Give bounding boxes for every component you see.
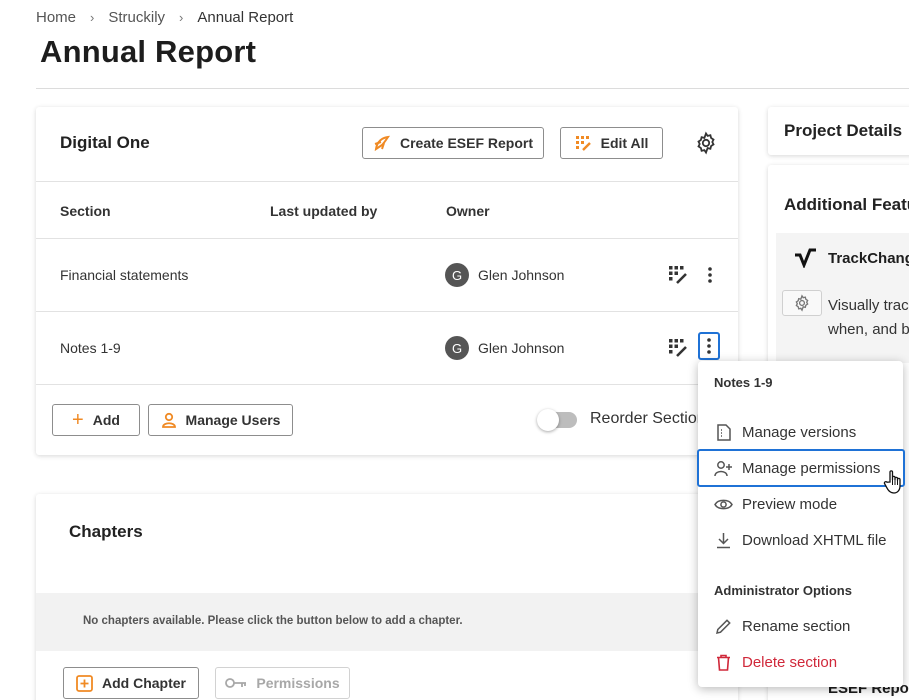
project-details-title: Project Details (784, 121, 903, 140)
section-name[interactable]: Notes 1-9 (60, 340, 121, 356)
trackchanges-description: Visually track when, and by (828, 294, 909, 342)
more-options-icon[interactable] (699, 261, 721, 289)
section-name[interactable]: Financial statements (60, 267, 188, 283)
admin-options-header: Administrator Options (714, 583, 852, 598)
hand-cursor-icon (883, 470, 901, 494)
breadcrumb-separator: › (179, 10, 184, 25)
permissions-button[interactable]: Permissions (215, 667, 350, 699)
reorder-sections-toggle[interactable] (537, 409, 577, 431)
card-title: Digital One (60, 133, 150, 152)
section-context-menu: Notes 1-9 Manage versions Manage permiss… (697, 361, 905, 687)
add-chapter-button[interactable]: Add Chapter (63, 667, 199, 699)
esef-logo-icon (374, 135, 391, 152)
grid-pen-icon (575, 135, 591, 151)
key-icon (225, 678, 247, 688)
breadcrumb-current: Annual Report (197, 9, 294, 26)
menu-item-label: Manage permissions (742, 459, 881, 477)
edit-grid-icon[interactable] (668, 265, 688, 285)
column-header-owner[interactable]: Owner (446, 203, 490, 219)
owner-name: Glen Johnson (478, 340, 565, 356)
breadcrumb-project[interactable]: Struckily (108, 9, 165, 26)
manage-users-label: Manage Users (185, 412, 281, 428)
more-options-icon[interactable] (698, 332, 720, 360)
reorder-sections-label: Reorder Sections (590, 410, 714, 427)
avatar: G (445, 263, 469, 287)
breadcrumb: Home › Struckily › Annual Report (36, 9, 293, 26)
pencil-icon (716, 618, 731, 634)
menu-item-download-xhtml[interactable]: Download XHTML file (698, 523, 903, 557)
user-icon (161, 412, 176, 428)
divider (36, 238, 738, 239)
menu-item-manage-versions[interactable]: Manage versions (698, 415, 903, 449)
menu-item-rename-section[interactable]: Rename section (698, 609, 903, 643)
settings-gear-icon[interactable] (694, 131, 718, 155)
plus-icon: + (72, 409, 84, 431)
create-esef-report-label: Create ESEF Report (399, 135, 534, 151)
menu-item-label: Delete section (742, 653, 838, 671)
eye-icon (714, 499, 733, 509)
add-label: Add (92, 412, 120, 428)
trackchanges-logo-icon (795, 248, 816, 268)
menu-item-manage-permissions[interactable]: Manage permissions (697, 449, 905, 487)
gear-icon (795, 294, 809, 312)
description-line: Visually track (828, 297, 909, 314)
additional-features-title: Additional Features (784, 195, 909, 214)
chapters-card: Chapters No chapters available. Please c… (36, 494, 738, 700)
owner-name: Glen Johnson (478, 267, 565, 283)
project-details-card[interactable]: Project Details (768, 107, 909, 155)
divider (36, 384, 738, 385)
page-title: Annual Report (40, 34, 257, 69)
create-esef-report-button[interactable]: Create ESEF Report (362, 127, 544, 159)
add-box-icon (76, 674, 93, 692)
divider (36, 88, 909, 89)
description-line: when, and by (828, 321, 909, 338)
menu-item-delete-section[interactable]: Delete section (698, 645, 903, 679)
download-icon (717, 532, 730, 548)
chapters-empty-state: No chapters available. Please click the … (36, 593, 738, 651)
menu-item-label: Manage versions (742, 423, 857, 441)
toggle-knob (537, 409, 559, 431)
divider (36, 311, 738, 312)
divider (36, 181, 738, 182)
column-header-section[interactable]: Section (60, 203, 111, 219)
menu-item-label: Rename section (742, 617, 851, 635)
avatar: G (445, 336, 469, 360)
edit-all-button[interactable]: Edit All (560, 127, 663, 159)
versions-icon (717, 423, 731, 441)
breadcrumb-separator: › (90, 10, 95, 25)
add-chapter-label: Add Chapter (102, 675, 186, 691)
trash-icon (717, 654, 730, 671)
edit-grid-icon[interactable] (668, 338, 688, 358)
menu-item-label: Preview mode (742, 495, 838, 513)
feature-settings-button[interactable] (782, 290, 822, 316)
column-header-last-updated[interactable]: Last updated by (270, 203, 377, 219)
chapters-title: Chapters (69, 522, 143, 541)
add-user-icon (714, 460, 732, 476)
edit-all-label: Edit All (600, 135, 649, 151)
permissions-label: Permissions (256, 675, 340, 691)
breadcrumb-home[interactable]: Home (36, 9, 76, 26)
trackchanges-name: TrackChanges (828, 250, 909, 267)
menu-item-label: Download XHTML file (742, 531, 887, 549)
menu-item-preview-mode[interactable]: Preview mode (698, 487, 903, 521)
digital-one-card: Digital One Create ESEF Report Edit All … (36, 107, 738, 455)
empty-message: No chapters available. Please click the … (83, 615, 463, 627)
add-section-button[interactable]: + Add (52, 404, 140, 436)
manage-users-button[interactable]: Manage Users (148, 404, 293, 436)
menu-header: Notes 1-9 (714, 375, 773, 390)
